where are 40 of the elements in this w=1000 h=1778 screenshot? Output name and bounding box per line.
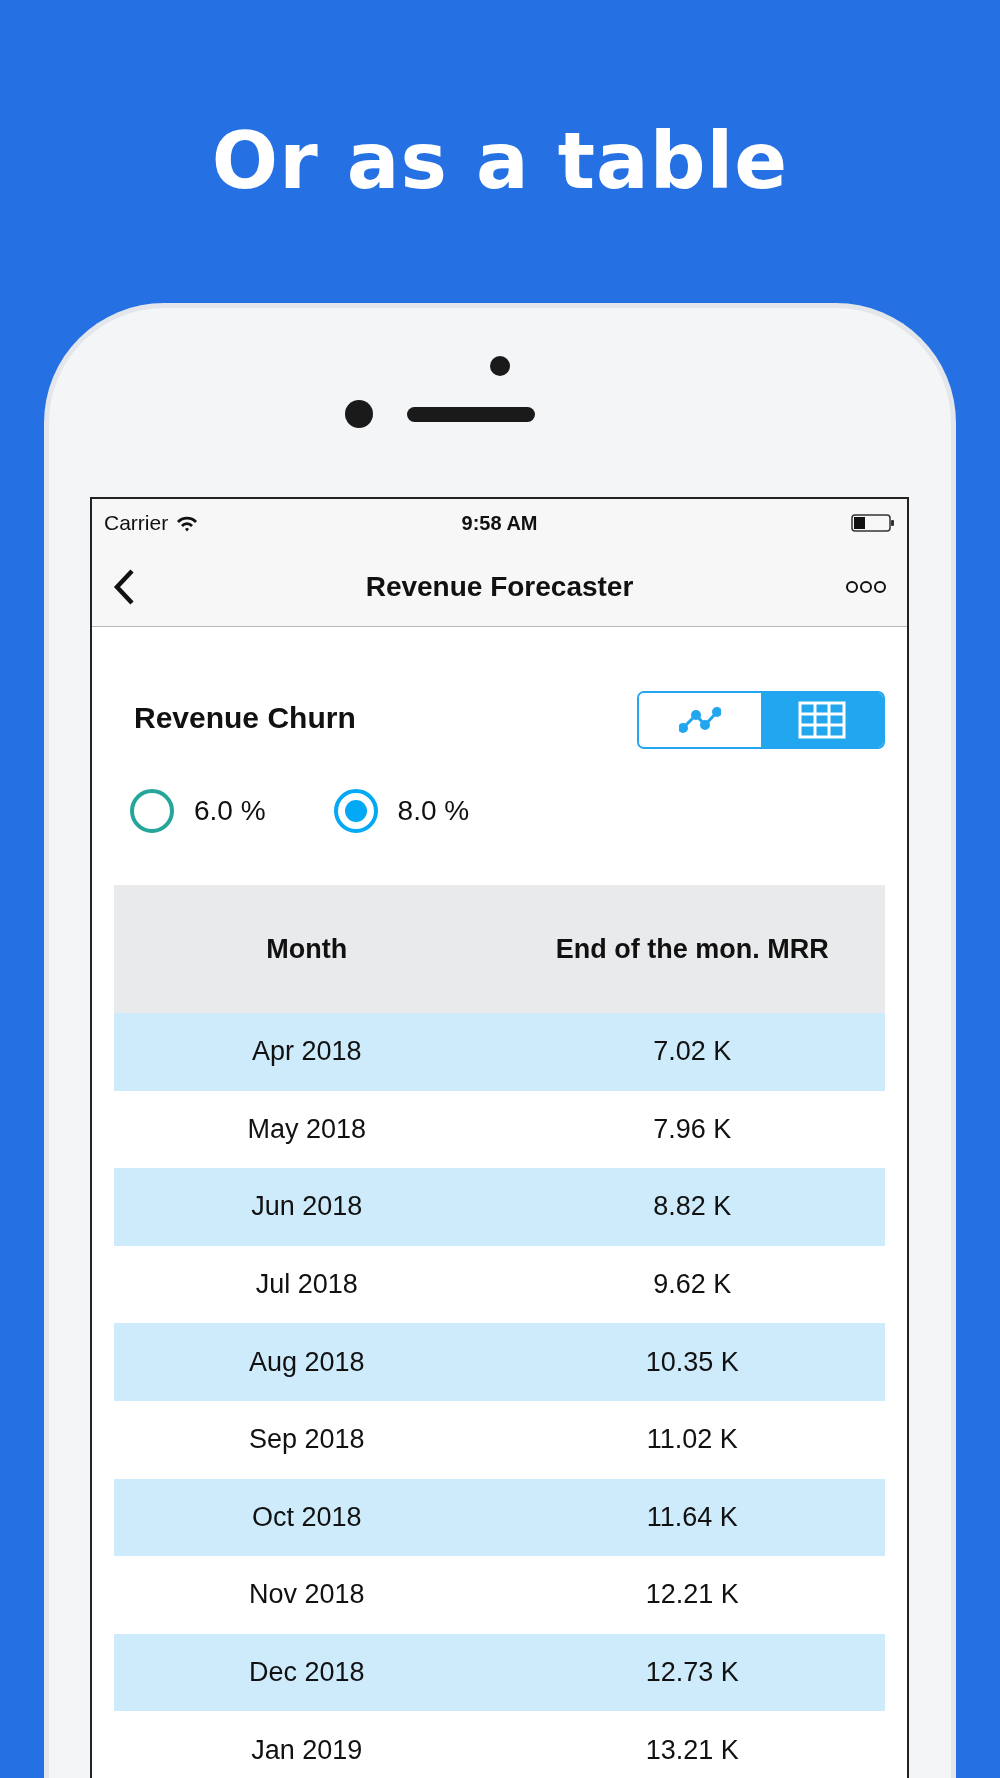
table-cell: Jul 2018 (255, 1269, 358, 1301)
table-cell: 8.82 K (653, 1191, 732, 1223)
table-cell: Oct 2018 (251, 1501, 362, 1533)
radio-button[interactable] (130, 789, 174, 833)
table-cell: 10.35 K (645, 1346, 739, 1378)
carrier-name: Carrier (104, 511, 169, 535)
camera-lens (345, 400, 373, 428)
table-cell: 7.02 K (653, 1036, 732, 1068)
table-cell: Apr 2018 (251, 1036, 362, 1068)
table-view-button[interactable] (761, 693, 883, 747)
table-cell: 9.62 K (653, 1269, 732, 1301)
back-button[interactable] (112, 567, 136, 606)
wifi-icon (176, 514, 199, 532)
table-cell: Jun 2018 (251, 1191, 363, 1223)
churn-option[interactable]: 6.0 % (130, 789, 266, 833)
table-cell: 11.64 K (646, 1501, 738, 1533)
battery-icon (851, 513, 895, 533)
grid-icon (798, 701, 846, 739)
table-cell: 11.02 K (646, 1424, 738, 1456)
column-header: End of the mon. MRR (555, 933, 829, 965)
table-cell: 13.21 K (645, 1734, 739, 1766)
more-button[interactable] (845, 579, 887, 594)
table-cell: Dec 2018 (248, 1657, 365, 1689)
section-title: Revenue Churn (134, 701, 356, 735)
line-chart-icon (679, 707, 721, 733)
table-cell: Sep 2018 (248, 1424, 365, 1456)
screen-title: Revenue Forecaster (364, 570, 635, 603)
column-header: Month (266, 933, 348, 965)
table-cell: Nov 2018 (248, 1579, 365, 1611)
headline: Or as a table (210, 115, 790, 208)
radio-button[interactable] (333, 789, 378, 833)
table-cell: Aug 2018 (248, 1346, 365, 1378)
table-cell: 12.73 K (645, 1657, 739, 1689)
table-cell: Jan 2019 (251, 1734, 363, 1766)
churn-option[interactable]: 8.0 % (333, 789, 470, 833)
table-cell: 12.21 K (645, 1579, 739, 1611)
sensor-dot (490, 356, 510, 376)
table-cell: May 2018 (247, 1113, 367, 1145)
table-cell: 7.96 K (653, 1113, 732, 1145)
status-time: 9:58 AM (461, 511, 538, 535)
